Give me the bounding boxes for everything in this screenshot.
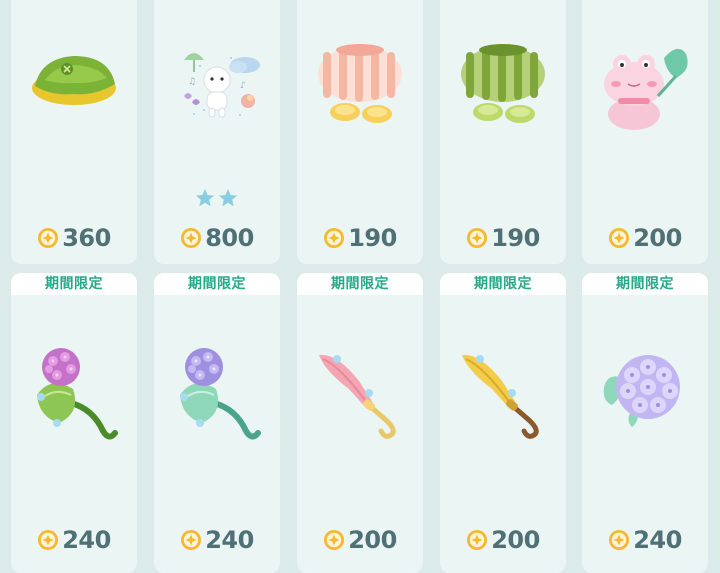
coin-icon [609,228,630,248]
coin-icon [38,530,59,550]
price-tag: 800 [154,224,280,252]
price-value: 200 [348,526,397,554]
price-value: 240 [633,526,682,554]
price-value: 240 [62,526,111,554]
hydrangea-leaf-pink-image [37,348,118,440]
coin-icon [181,228,202,248]
price-tag: 190 [297,224,423,252]
price-tag: 200 [440,526,566,554]
rainy-day-stickers-image: ♪ ♫ [184,53,260,118]
coin-icon [467,530,488,550]
price-value: 190 [348,224,397,252]
coin-icon [324,530,345,550]
pink-frog-plush-image [604,48,688,130]
shop-item-card[interactable]: ♪ ♫ 800 [154,0,280,264]
coin-icon [324,228,345,248]
shop-item-card[interactable]: 360 [11,0,137,264]
shop-item-card[interactable]: 期間限定 200 [297,273,423,573]
limited-time-badge: 期間限定 [440,273,566,295]
limited-time-badge: 期間限定 [582,273,708,295]
coin-icon [467,228,488,248]
price-value: 200 [633,224,682,252]
price-tag: 240 [154,526,280,554]
coin-icon [38,228,59,248]
shop-item-card[interactable]: 期間限定 240 [11,273,137,573]
star-icon [219,189,237,207]
star-icon [196,189,214,207]
limited-time-badge: 期間限定 [154,273,280,295]
price-tag: 360 [11,224,137,252]
shop-item-card[interactable]: 190 [440,0,566,264]
pink-striped-pants-boots-image [318,44,402,123]
price-value: 190 [491,224,540,252]
price-value: 800 [205,224,254,252]
price-value: 240 [205,526,254,554]
price-tag: 190 [440,224,566,252]
shop-item-card[interactable]: 期間限定 200 [440,273,566,573]
rarity-stars [154,188,280,212]
yellow-umbrella-image [462,354,539,439]
shop-item-card[interactable]: 期間限定 240 [582,273,708,573]
price-tag: 200 [582,224,708,252]
price-tag: 240 [11,526,137,554]
svg-text:♫: ♫ [188,77,196,87]
shop-item-card[interactable]: 190 [297,0,423,264]
limited-time-badge: 期間限定 [11,273,137,295]
coin-icon [181,530,202,550]
coin-icon [609,530,630,550]
price-value: 200 [491,526,540,554]
green-leaf-hat-image [32,56,116,105]
pink-umbrella-image [319,354,396,439]
limited-time-badge: 期間限定 [297,273,423,295]
hydrangea-leaf-mint-image [180,348,261,440]
green-striped-pants-boots-image [461,44,545,123]
shop-item-card[interactable]: 200 [582,0,708,264]
svg-text:♪: ♪ [240,81,246,91]
shop-item-card[interactable]: 期間限定 240 [154,273,280,573]
price-tag: 200 [297,526,423,554]
price-value: 360 [62,224,111,252]
price-tag: 240 [582,526,708,554]
purple-hydrangea-image [603,355,680,427]
